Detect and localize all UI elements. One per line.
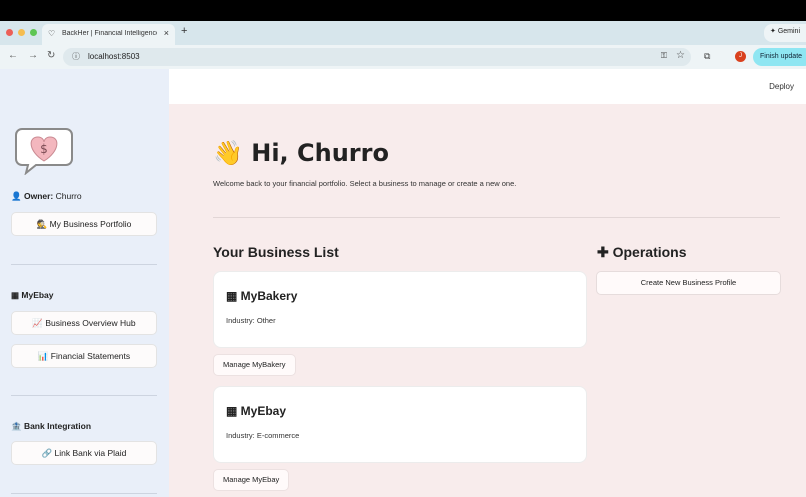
extensions-icon[interactable]: ⧉ [704,51,710,62]
business-name: ▦ MyBakery [226,289,298,303]
url-text: localhost:8503 [88,52,140,61]
new-tab-button[interactable]: + [181,25,187,37]
owner-label: 👤 Owner: Churro [11,191,82,202]
manage-myebay-button[interactable]: Manage MyEbay [213,469,290,491]
owner-prefix: Owner: [23,191,54,201]
section-divider [213,217,780,218]
money-heart-logo-icon: $ [15,128,73,175]
site-info-icon[interactable]: ⓘ [72,51,80,62]
reload-icon[interactable]: ↻ [47,50,55,61]
manage-mybakery-button[interactable]: Manage MyBakery [213,354,296,376]
business-list-heading: Your Business List [213,244,339,260]
sidebar-divider [11,395,157,396]
screen-top-bar [0,0,806,21]
address-bar: ← → ↻ ⓘ localhost:8503 ⚿ ☆ ⧉ J Finish up… [0,45,806,69]
sidebar-divider [11,264,157,265]
maximize-window-button[interactable] [30,29,37,36]
business-overview-hub-button[interactable]: 📈 Business Overview Hub [11,311,157,335]
business-section-heading: ▦ MyEbay [11,290,54,300]
financial-statements-button[interactable]: 📊 Financial Statements [11,344,157,368]
tab-close-icon[interactable]: × [164,28,169,38]
deploy-button[interactable]: Deploy [769,82,794,91]
tab-favicon-icon: ♡ [48,29,56,38]
bank-integration-heading: 🏦 Bank Integration [11,421,92,431]
business-card: ▦ MyEbay Industry: E-commerce [213,386,587,463]
logo-dollar-sign: $ [40,142,48,156]
profile-avatar[interactable]: J [735,51,746,62]
close-window-button[interactable] [6,29,13,36]
bookmark-star-icon[interactable]: ☆ [676,50,685,61]
user-icon: 👤 [11,191,22,201]
create-business-button[interactable]: Create New Business Profile [596,271,781,295]
app-header: Deploy [169,69,806,104]
password-key-icon[interactable]: ⚿ [661,51,667,61]
business-card: ▦ MyBakery Industry: Other [213,271,587,348]
my-business-portfolio-button[interactable]: 🕵️ My Business Portfolio [11,212,157,236]
tab-title: BackHer | Financial Intelligence [62,30,157,37]
welcome-text: Welcome back to your financial portfolio… [213,179,517,188]
forward-icon[interactable]: → [28,50,38,61]
gemini-button[interactable]: ✦ Gemini [764,24,806,42]
link-bank-plaid-button[interactable]: 🔗 Link Bank via Plaid [11,441,157,465]
business-industry: Industry: Other [226,316,276,325]
url-field[interactable]: ⓘ localhost:8503 ⚿ ☆ [63,48,691,66]
sidebar-divider [11,493,157,494]
browser-tab-strip: ♡ BackHer | Financial Intelligence × [0,21,806,45]
finish-update-button[interactable]: Finish update [753,48,806,66]
business-industry: Industry: E-commerce [226,431,300,440]
back-icon[interactable]: ← [8,50,18,61]
operations-heading: ✚ Operations [597,244,687,260]
browser-tab[interactable]: ♡ BackHer | Financial Intelligence × [42,24,175,45]
owner-name: Churro [55,191,82,201]
page-title: 👋 Hi, Churro [213,139,389,167]
business-name: ▦ MyEbay [226,404,287,418]
minimize-window-button[interactable] [18,29,25,36]
